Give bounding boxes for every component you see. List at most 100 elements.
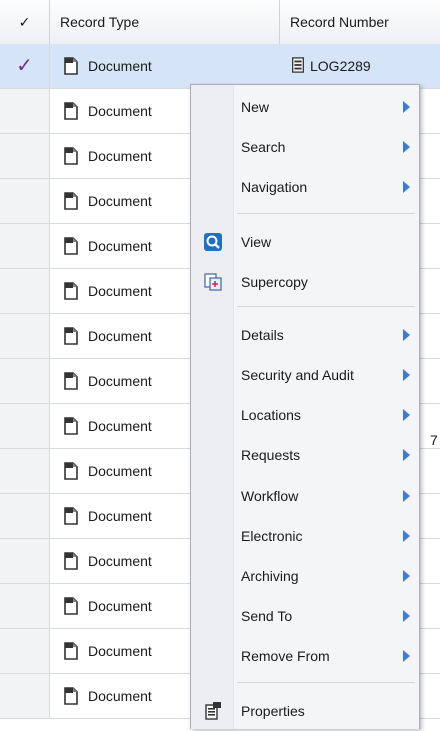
menu-item-new[interactable]: New — [191, 87, 419, 127]
submenu-arrow-icon — [403, 490, 410, 502]
menu-item-label: Archiving — [241, 568, 299, 584]
document-icon — [62, 236, 80, 256]
record-type-text: Document — [88, 418, 152, 434]
document-icon — [62, 641, 80, 661]
grid-header: ✓ Record Type Record Number — [0, 0, 440, 45]
menu-item-label: Properties — [241, 703, 305, 719]
record-type-text: Document — [88, 553, 152, 569]
menu-separator — [237, 213, 415, 214]
submenu-arrow-icon — [403, 181, 410, 193]
submenu-arrow-icon — [403, 369, 410, 381]
document-icon — [62, 146, 80, 166]
row-select-cell[interactable] — [0, 674, 50, 718]
check-icon: ✓ — [18, 14, 31, 30]
menu-item-view[interactable]: View — [191, 222, 419, 262]
menu-item-workflow[interactable]: Workflow — [191, 476, 419, 516]
menu-item-label: Requests — [241, 447, 301, 463]
document-icon — [62, 101, 80, 121]
record-type-text: Document — [88, 598, 152, 614]
magnifier-icon — [203, 232, 223, 252]
row-select-cell[interactable] — [0, 584, 50, 628]
menu-item-label: Supercopy — [241, 274, 308, 290]
record-type-text: Document — [88, 103, 152, 119]
document-icon — [62, 551, 80, 571]
column-header-record-number[interactable]: Record Number — [280, 0, 440, 44]
partial-cell-text: 7 — [430, 432, 438, 448]
record-number-text: LOG2289 — [310, 58, 371, 74]
menu-item-security-and-audit[interactable]: Security and Audit — [191, 355, 419, 395]
row-select-cell[interactable]: ✓ — [0, 44, 50, 88]
menu-separator — [237, 682, 415, 683]
submenu-arrow-icon — [403, 610, 410, 622]
row-select-cell[interactable] — [0, 179, 50, 223]
submenu-arrow-icon — [403, 409, 410, 421]
submenu-arrow-icon — [403, 650, 410, 662]
menu-item-label: View — [241, 234, 272, 250]
row-select-cell[interactable] — [0, 449, 50, 493]
column-header-label: Record Type — [60, 14, 140, 30]
menu-item-locations[interactable]: Locations — [191, 395, 419, 435]
menu-item-properties[interactable]: Properties — [191, 691, 419, 731]
menu-item-label: Details — [241, 327, 284, 343]
properties-icon — [203, 701, 223, 721]
row-select-cell[interactable] — [0, 134, 50, 178]
menu-item-search[interactable]: Search — [191, 127, 419, 167]
submenu-arrow-icon — [403, 449, 410, 461]
menu-item-label: Locations — [241, 407, 301, 423]
record-type-text: Document — [88, 688, 152, 704]
record-type-text: Document — [88, 283, 152, 299]
document-icon — [62, 371, 80, 391]
document-icon — [62, 461, 80, 481]
row-select-cell[interactable] — [0, 404, 50, 448]
menu-item-label: Electronic — [241, 528, 303, 544]
submenu-arrow-icon — [403, 329, 410, 341]
document-icon — [62, 416, 80, 436]
record-type-text: Document — [88, 148, 152, 164]
document-icon — [62, 686, 80, 706]
menu-item-label: Send To — [241, 608, 293, 624]
menu-item-electronic[interactable]: Electronic — [191, 516, 419, 556]
row-select-cell[interactable] — [0, 314, 50, 358]
submenu-arrow-icon — [403, 141, 410, 153]
menu-item-supercopy[interactable]: Supercopy — [191, 262, 419, 302]
document-icon — [62, 281, 80, 301]
record-type-text: Document — [88, 238, 152, 254]
menu-item-label: Navigation — [241, 179, 308, 195]
submenu-arrow-icon — [403, 530, 410, 542]
menu-item-remove-from[interactable]: Remove From — [191, 636, 419, 676]
record-type-cell: Document — [50, 44, 280, 88]
table-row[interactable]: ✓ Document LOG2289 — [0, 44, 440, 89]
document-icon — [62, 191, 80, 211]
record-type-text: Document — [88, 328, 152, 344]
record-number-icon — [290, 56, 306, 77]
record-type-text: Document — [88, 373, 152, 389]
row-select-cell[interactable] — [0, 494, 50, 538]
row-select-cell[interactable] — [0, 629, 50, 673]
menu-item-label: Workflow — [241, 488, 299, 504]
record-number-cell: LOG2289 — [280, 44, 440, 88]
column-header-record-type[interactable]: Record Type — [50, 0, 280, 44]
menu-item-navigation[interactable]: Navigation — [191, 167, 419, 207]
menu-item-send-to[interactable]: Send To — [191, 596, 419, 636]
header-select-all[interactable]: ✓ — [0, 0, 50, 44]
menu-item-label: Remove From — [241, 648, 330, 664]
menu-item-label: New — [241, 99, 270, 115]
supercopy-icon — [203, 272, 223, 292]
row-select-cell[interactable] — [0, 269, 50, 313]
row-select-cell[interactable] — [0, 359, 50, 403]
row-select-cell[interactable] — [0, 539, 50, 583]
context-menu: New Search Navigation View Supercopy Details S… — [190, 84, 420, 729]
menu-item-label: Security and Audit — [241, 367, 354, 383]
menu-item-details[interactable]: Details — [191, 315, 419, 355]
record-type-text: Document — [88, 58, 152, 74]
row-select-cell[interactable] — [0, 224, 50, 268]
record-type-text: Document — [88, 643, 152, 659]
record-type-text: Document — [88, 463, 152, 479]
menu-item-archiving[interactable]: Archiving — [191, 556, 419, 596]
row-select-cell[interactable] — [0, 89, 50, 133]
document-icon — [62, 326, 80, 346]
menu-item-requests[interactable]: Requests — [191, 435, 419, 475]
submenu-arrow-icon — [403, 101, 410, 113]
record-type-text: Document — [88, 193, 152, 209]
document-icon — [62, 56, 80, 76]
